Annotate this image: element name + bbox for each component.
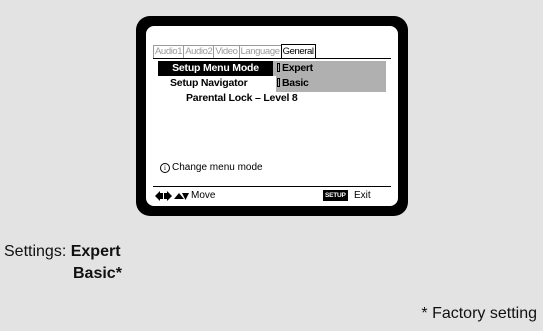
help-text: Change menu mode (172, 162, 263, 173)
settings-option-expert: Expert (70, 243, 121, 260)
settings-label: Settings: (4, 243, 67, 260)
left-arrow-icon (155, 191, 160, 201)
selection-marker-icon (277, 78, 280, 87)
parental-lock-item[interactable]: Parental Lock – Level 8 (186, 91, 298, 106)
setup-navigator-item[interactable]: Setup Navigator (170, 76, 248, 91)
move-label: Move (191, 190, 216, 201)
tab-bar: Audio1 Audio2 Video Language General (153, 44, 316, 58)
tab-audio2[interactable]: Audio2 (183, 45, 215, 58)
tab-audio1[interactable]: Audio1 (153, 45, 185, 58)
selection-marker-icon (277, 63, 280, 72)
settings-caption: Settings: Expert (4, 241, 121, 263)
factory-setting-note: * Factory setting (421, 305, 537, 322)
help-line: i Change menu mode (160, 162, 263, 174)
expert-option[interactable]: Expert (277, 61, 313, 76)
left-arrow-stem (160, 193, 163, 199)
footer-bar: Move SETUP Exit (155, 189, 387, 202)
setup-menu-mode-item[interactable]: Setup Menu Mode (158, 61, 273, 76)
basic-option[interactable]: Basic (277, 76, 309, 91)
basic-option-label: Basic (282, 77, 309, 89)
expert-option-label: Expert (282, 62, 313, 74)
arrow-keys-icon (155, 191, 189, 201)
tv-screen: Audio1 Audio2 Video Language General Set… (146, 26, 398, 206)
footer-divider (153, 186, 391, 187)
tab-video[interactable]: Video (213, 45, 240, 58)
exit-label: Exit (354, 190, 371, 201)
settings-option-basic: Basic* (73, 265, 122, 282)
tv-bezel: Audio1 Audio2 Video Language General Set… (136, 16, 408, 216)
right-arrow-icon (167, 191, 172, 201)
setup-key-badge[interactable]: SETUP (323, 190, 348, 201)
right-arrow-stem (164, 193, 167, 199)
tab-language[interactable]: Language (238, 45, 282, 58)
tab-general[interactable]: General (280, 44, 316, 58)
tab-divider (153, 58, 391, 59)
info-icon: i (160, 163, 170, 173)
